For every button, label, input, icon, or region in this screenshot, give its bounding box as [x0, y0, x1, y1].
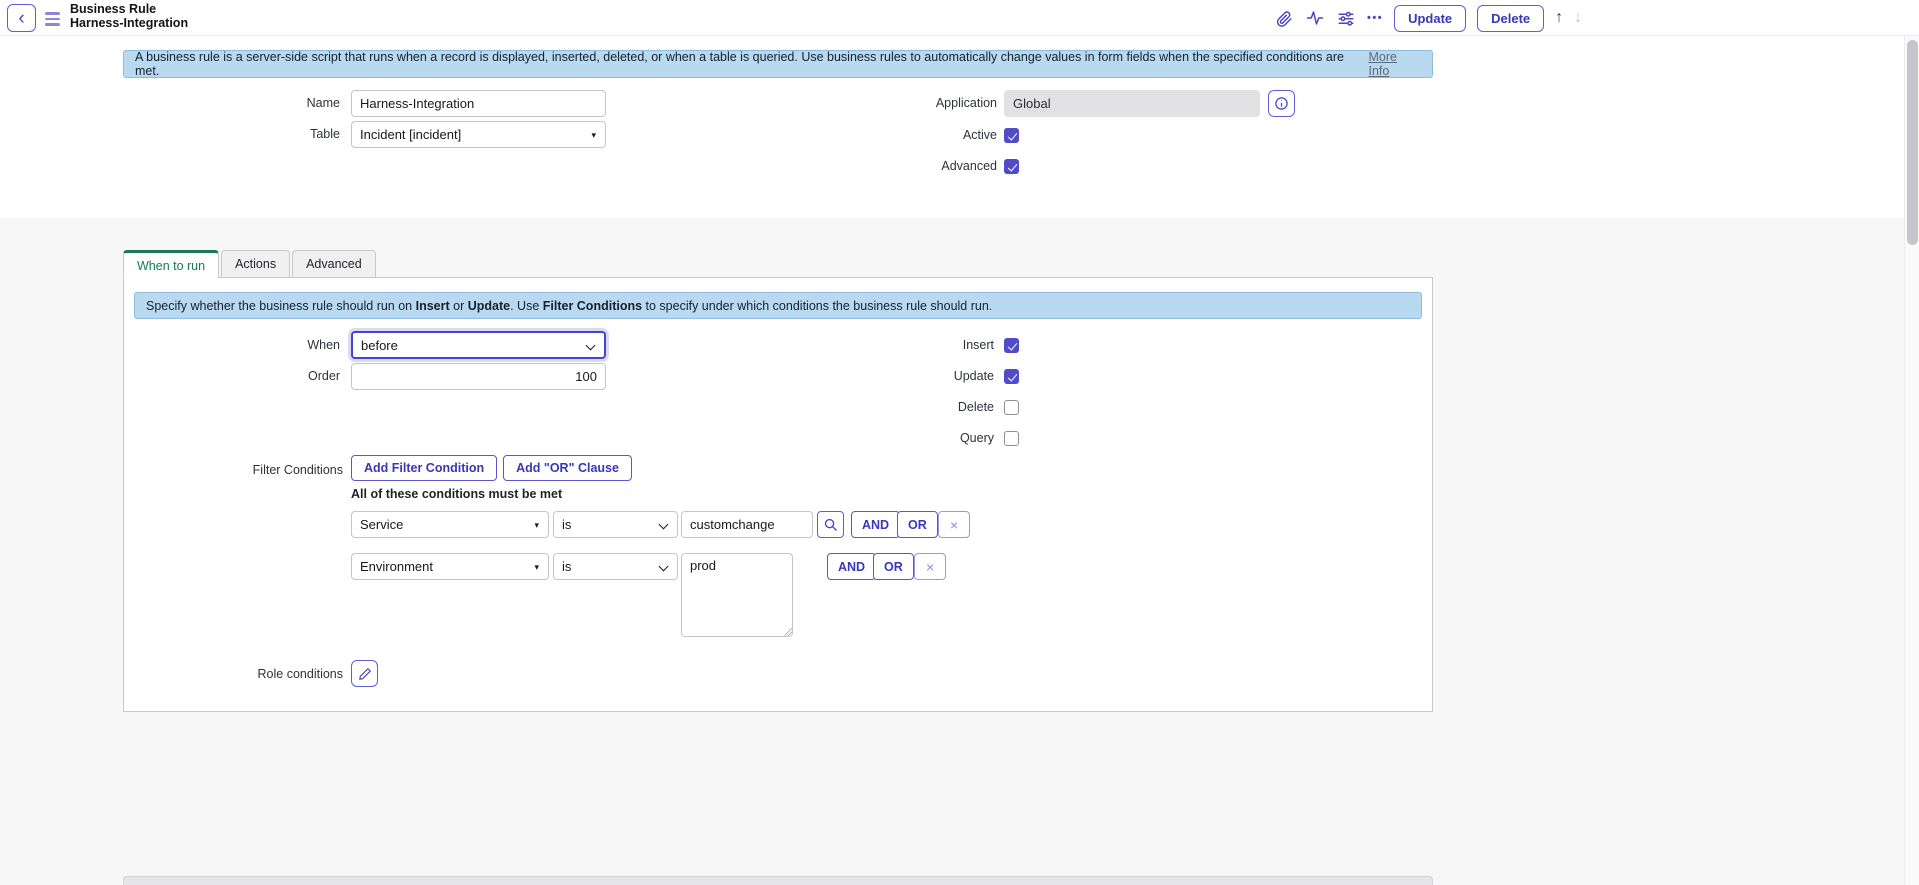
tab-when-to-run[interactable]: When to run: [123, 250, 219, 279]
delete-button[interactable]: Delete: [1477, 5, 1544, 32]
instruction-text: Specify whether the business rule should…: [146, 299, 992, 313]
record-title: Business Rule Harness-Integration: [70, 3, 188, 30]
chevron-down-icon: [659, 562, 669, 572]
filter-conditions-label: Filter Conditions: [143, 463, 343, 477]
tab-advanced[interactable]: Advanced: [292, 250, 376, 278]
when-label: When: [240, 338, 340, 352]
condition-1-and-button[interactable]: AND: [851, 511, 900, 538]
context-menu-icon[interactable]: [45, 12, 60, 29]
role-conditions-label: Role conditions: [143, 667, 343, 681]
query-label: Query: [894, 431, 994, 445]
order-input[interactable]: [351, 363, 606, 390]
application-field: Global: [1004, 90, 1260, 117]
add-or-clause-button[interactable]: Add "OR" Clause: [503, 455, 632, 481]
update-checkbox[interactable]: [1004, 369, 1019, 384]
form-tabs: When to run Actions Advanced: [123, 250, 378, 279]
add-filter-condition-button[interactable]: Add Filter Condition: [351, 455, 497, 481]
insert-checkbox[interactable]: [1004, 338, 1019, 353]
more-info-link[interactable]: More Info: [1369, 50, 1422, 78]
condition-2-field-select[interactable]: Environment ▾: [351, 553, 549, 580]
delete-checkbox[interactable]: [1004, 400, 1019, 415]
dropdown-triangle-icon: ▾: [534, 562, 539, 573]
condition-1-lookup-button[interactable]: [817, 511, 844, 538]
active-label: Active: [830, 128, 997, 142]
edit-role-conditions-button[interactable]: [351, 660, 378, 687]
table-select-value: Incident [incident]: [360, 127, 461, 142]
application-info-button[interactable]: [1268, 90, 1295, 117]
chevron-down-icon: [586, 341, 596, 351]
condition-1-field-select[interactable]: Service ▾: [351, 511, 549, 538]
when-select-value: before: [361, 338, 398, 353]
chevron-down-icon: [659, 520, 669, 530]
record-header: ‹ Business Rule Harness-Integration ••• …: [0, 0, 1919, 36]
update-button[interactable]: Update: [1394, 5, 1466, 32]
back-button[interactable]: ‹: [7, 4, 36, 32]
previous-record-icon[interactable]: ↑: [1555, 9, 1563, 27]
record-type: Business Rule: [70, 3, 188, 17]
order-label: Order: [240, 369, 340, 383]
filter-condition-buttons: Add Filter Condition Add "OR" Clause: [351, 455, 632, 481]
pencil-icon: [358, 667, 372, 681]
personalize-form-icon[interactable]: [1336, 8, 1356, 28]
collapsed-section-strip[interactable]: [123, 876, 1433, 885]
condition-1-remove-button[interactable]: ×: [938, 511, 970, 538]
attachment-icon[interactable]: [1274, 8, 1294, 28]
update-label: Update: [894, 369, 994, 383]
table-label: Table: [240, 127, 340, 141]
name-label: Name: [240, 96, 340, 110]
delete-label: Delete: [894, 400, 994, 414]
condition-1-value-input[interactable]: [681, 511, 813, 538]
advanced-checkbox[interactable]: [1004, 159, 1019, 174]
condition-2-remove-button[interactable]: ×: [914, 553, 946, 580]
scrollbar-thumb[interactable]: [1907, 40, 1918, 245]
condition-2-or-button[interactable]: OR: [873, 553, 914, 580]
when-to-run-instruction-banner: Specify whether the business rule should…: [134, 292, 1422, 319]
activity-stream-icon[interactable]: [1305, 8, 1325, 28]
vertical-scrollbar[interactable]: [1904, 0, 1919, 885]
condition-1-or-button[interactable]: OR: [897, 511, 938, 538]
more-options-icon[interactable]: •••: [1367, 12, 1383, 24]
condition-2-and-button[interactable]: AND: [827, 553, 876, 580]
search-icon: [823, 517, 838, 532]
business-rule-form-page: ‹ Business Rule Harness-Integration ••• …: [0, 0, 1919, 885]
when-select[interactable]: before: [351, 331, 606, 359]
header-actions: ••• Update Delete ↑ ↓: [1274, 0, 1582, 36]
condition-2-operator-select[interactable]: is: [553, 553, 678, 580]
info-icon: [1274, 96, 1289, 111]
application-label: Application: [830, 96, 997, 110]
business-rule-info-banner: A business rule is a server-side script …: [123, 50, 1433, 78]
dropdown-triangle-icon: ▾: [534, 520, 539, 531]
active-checkbox[interactable]: [1004, 128, 1019, 143]
condition-1-operator-select[interactable]: is: [553, 511, 678, 538]
advanced-label: Advanced: [830, 159, 997, 173]
record-name: Harness-Integration: [70, 17, 188, 31]
application-value: Global: [1013, 96, 1051, 111]
insert-label: Insert: [894, 338, 994, 352]
condition-2-value-textarea[interactable]: prod: [681, 553, 793, 637]
query-checkbox[interactable]: [1004, 431, 1019, 446]
table-select[interactable]: Incident [incident] ▾: [351, 121, 606, 148]
dropdown-triangle-icon: ▾: [591, 130, 596, 141]
name-input[interactable]: [351, 90, 606, 117]
next-record-icon[interactable]: ↓: [1574, 9, 1582, 27]
conditions-help-text: All of these conditions must be met: [351, 487, 562, 501]
info-banner-text: A business rule is a server-side script …: [135, 50, 1365, 78]
tab-actions[interactable]: Actions: [221, 250, 290, 278]
